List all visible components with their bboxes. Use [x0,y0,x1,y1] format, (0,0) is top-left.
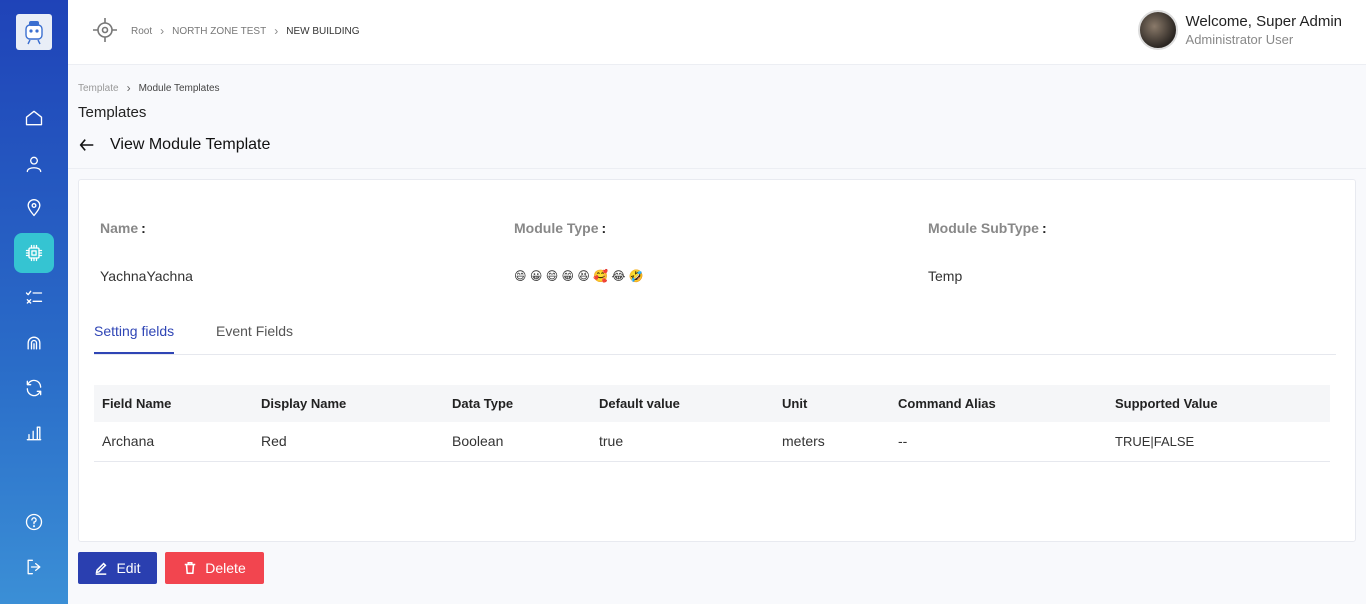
fields-table: Field Name Display Name Data Type Defaul… [94,385,1330,462]
robot-logo-icon [25,21,43,45]
table-cell: true [591,422,774,462]
back-arrow-icon[interactable] [78,136,96,154]
chevron-right-icon: › [274,24,279,38]
app-logo[interactable] [16,14,52,50]
name-label: Name: [100,220,146,236]
module-type-value: 😄 😀 😄 😁 😆 🥰 😂 🤣 [514,269,644,283]
column-header[interactable]: Default value [591,385,774,422]
nav-help[interactable] [14,502,54,542]
nav-sync[interactable] [14,368,54,408]
breadcrumb-root[interactable]: Root [131,26,152,37]
logout-icon [27,559,41,575]
crosshair-icon[interactable] [92,17,118,43]
tab-bar: Setting fields Event Fields [94,312,1336,355]
module-subtype-label-colon: : [1041,220,1047,236]
user-icon [26,156,42,173]
delete-button[interactable]: Delete [165,552,264,584]
welcome-text: Welcome, Super Admin [1185,13,1342,30]
user-role: Administrator User [1185,32,1294,47]
tab-setting-fields[interactable]: Setting fields [94,323,175,354]
breadcrumb: Template › Module Templates [78,81,220,95]
name-value: YachnaYachna [100,268,193,284]
table-header-row: Field Name Display Name Data Type Defaul… [94,385,1330,422]
location-breadcrumb: Root › NORTH ZONE TEST › NEW BUILDING [131,24,360,38]
module-subtype-label-text: Module SubType [928,220,1039,236]
pencil-icon [96,562,107,575]
home-icon [25,110,43,126]
module-type-label: Module Type: [514,220,606,236]
table-cell: meters [774,422,890,462]
refresh-icon [26,379,42,397]
nav-home[interactable] [14,98,54,138]
user-profile[interactable]: Welcome, Super Admin Administrator User [1137,10,1342,50]
breadcrumb-template[interactable]: Template [78,83,119,94]
page-title-text: View Module Template [110,136,271,153]
name-label-text: Name [100,220,139,236]
trash-icon [185,561,196,575]
table-row[interactable]: Archana Red Boolean true meters -- TRUE|… [94,422,1330,462]
nav-users[interactable] [14,144,54,184]
table-cell: -- [890,422,1107,462]
table-cell: Archana [94,422,253,462]
sidebar [0,0,68,604]
tab-event-fields[interactable]: Event Fields [216,323,293,352]
nav-tasks[interactable] [14,278,54,318]
nav-logout[interactable] [14,547,54,587]
module-subtype-label: Module SubType: [928,220,1047,236]
fingerprint-icon [27,336,41,350]
location-icon [27,199,41,217]
edit-button[interactable]: Edit [78,552,157,584]
table-cell: TRUE|FALSE [1107,422,1330,462]
column-header[interactable]: Command Alias [890,385,1107,422]
module-type-label-text: Module Type [514,220,599,236]
chevron-right-icon: › [160,24,165,38]
page-title: View Module Template [78,136,270,154]
avatar[interactable] [1137,10,1178,50]
breadcrumb-zone[interactable]: NORTH ZONE TEST [172,26,266,37]
chevron-right-icon: › [126,81,131,95]
checklist-icon [25,290,43,304]
module-subtype-value: Temp [928,268,963,284]
table-cell: Red [253,422,444,462]
edit-button-label: Edit [116,560,141,576]
column-header[interactable]: Display Name [253,385,444,422]
chip-icon [25,244,43,262]
column-header[interactable]: Field Name [94,385,253,422]
column-header[interactable]: Data Type [444,385,591,422]
top-header: Root › NORTH ZONE TEST › NEW BUILDING We… [68,0,1366,65]
table-cell: Boolean [444,422,591,462]
divider [68,168,1366,169]
section-title: Templates [78,104,147,121]
nav-reports[interactable] [14,413,54,453]
delete-button-label: Delete [205,560,246,576]
bar-chart-icon [26,426,42,441]
name-label-colon: : [141,220,146,236]
breadcrumb-module-templates: Module Templates [138,82,220,94]
column-header[interactable]: Supported Value [1107,385,1330,422]
column-header[interactable]: Unit [774,385,890,422]
module-type-label-colon: : [601,220,607,236]
help-icon [25,513,43,531]
nav-modules[interactable] [14,233,54,273]
breadcrumb-building[interactable]: NEW BUILDING [286,26,359,37]
template-details-card: Name: Module Type: Module SubType: Yachn… [78,179,1356,542]
nav-locations[interactable] [14,188,54,228]
nav-access[interactable] [14,323,54,363]
